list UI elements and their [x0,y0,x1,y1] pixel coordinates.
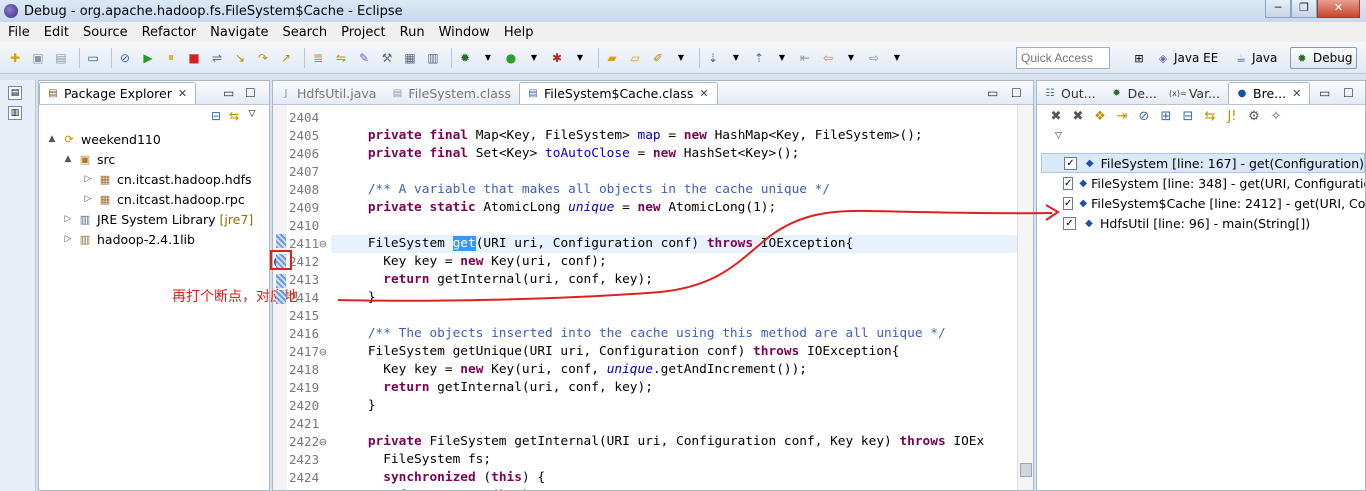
ruler-mark [276,234,286,248]
ruler-mark [276,274,286,288]
ruler-mark [276,290,286,304]
ruler-mark [276,254,286,268]
annotation-overlay [337,204,1060,302]
annotation-arrow-line [337,209,1053,302]
